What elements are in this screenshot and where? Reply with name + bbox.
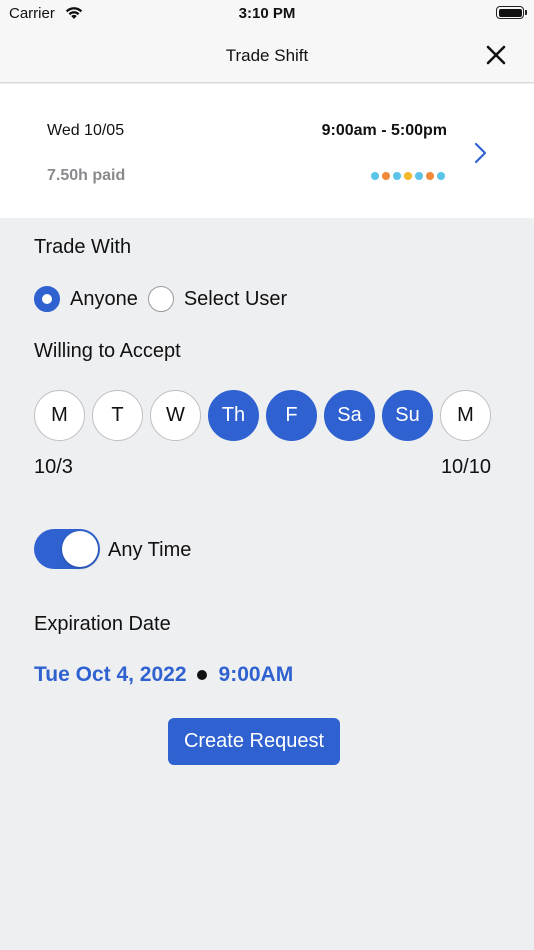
day-toggle[interactable]: Su xyxy=(382,390,433,441)
shift-color-dot xyxy=(382,172,390,180)
radio-anyone[interactable] xyxy=(34,286,60,312)
toggle-knob xyxy=(62,531,98,567)
radio-select-user[interactable] xyxy=(147,286,174,312)
expiration-time-picker[interactable]: 9:00AM xyxy=(219,663,294,687)
any-time-toggle[interactable] xyxy=(34,529,100,569)
willing-to-accept-label: Willing to Accept xyxy=(34,340,181,362)
day-toggle[interactable]: Th xyxy=(208,390,259,441)
shift-color-dot xyxy=(404,172,412,180)
close-icon[interactable] xyxy=(484,43,508,67)
range-end-date: 10/10 xyxy=(440,456,491,478)
day-toggle[interactable]: F xyxy=(266,390,317,441)
create-request-button[interactable]: Create Request xyxy=(168,718,340,765)
range-start-date: 10/3 xyxy=(34,456,73,478)
separator-dot xyxy=(196,670,207,680)
status-time: 3:10 PM xyxy=(238,5,296,22)
shift-color-dot xyxy=(415,172,423,180)
shift-color-dot xyxy=(437,172,445,180)
shift-time-range: 9:00am - 5:00pm xyxy=(321,122,447,139)
day-toggle[interactable]: M xyxy=(34,390,85,441)
shift-date: Wed 10/05 xyxy=(47,122,125,139)
day-toggle[interactable]: M xyxy=(440,390,491,441)
shift-color-dot xyxy=(371,172,379,180)
radio-select-user-label[interactable]: Select User xyxy=(184,288,287,311)
day-selector: M T W Th F Sa Su M xyxy=(34,390,491,441)
day-toggle[interactable]: Sa xyxy=(324,390,375,441)
shift-card[interactable]: Wed 10/05 9:00am - 5:00pm 7.50h paid xyxy=(0,84,534,218)
page-title: Trade Shift xyxy=(225,46,309,65)
shift-paid-hours: 7.50h paid xyxy=(47,167,126,184)
shift-color-dot xyxy=(393,172,401,180)
trade-with-options: Anyone Select User xyxy=(34,286,297,312)
any-time-label: Any Time xyxy=(108,539,192,561)
battery-icon xyxy=(496,6,527,19)
expiration-date-label: Expiration Date xyxy=(34,613,171,635)
expiration-date-picker[interactable]: Tue Oct 4, 2022 xyxy=(34,663,187,687)
shift-color-dot xyxy=(426,172,434,180)
day-toggle[interactable]: T xyxy=(92,390,143,441)
status-bar: Carrier 3:10 PM xyxy=(0,0,534,30)
shift-color-dots xyxy=(371,172,445,180)
day-toggle[interactable]: W xyxy=(150,390,201,441)
chevron-right-icon[interactable] xyxy=(474,142,488,164)
radio-anyone-label[interactable]: Anyone xyxy=(70,288,138,311)
trade-with-label: Trade With xyxy=(34,236,132,258)
nav-bar: Trade Shift xyxy=(0,30,534,83)
expiration-value-row: Tue Oct 4, 2022 9:00AM xyxy=(34,663,293,687)
